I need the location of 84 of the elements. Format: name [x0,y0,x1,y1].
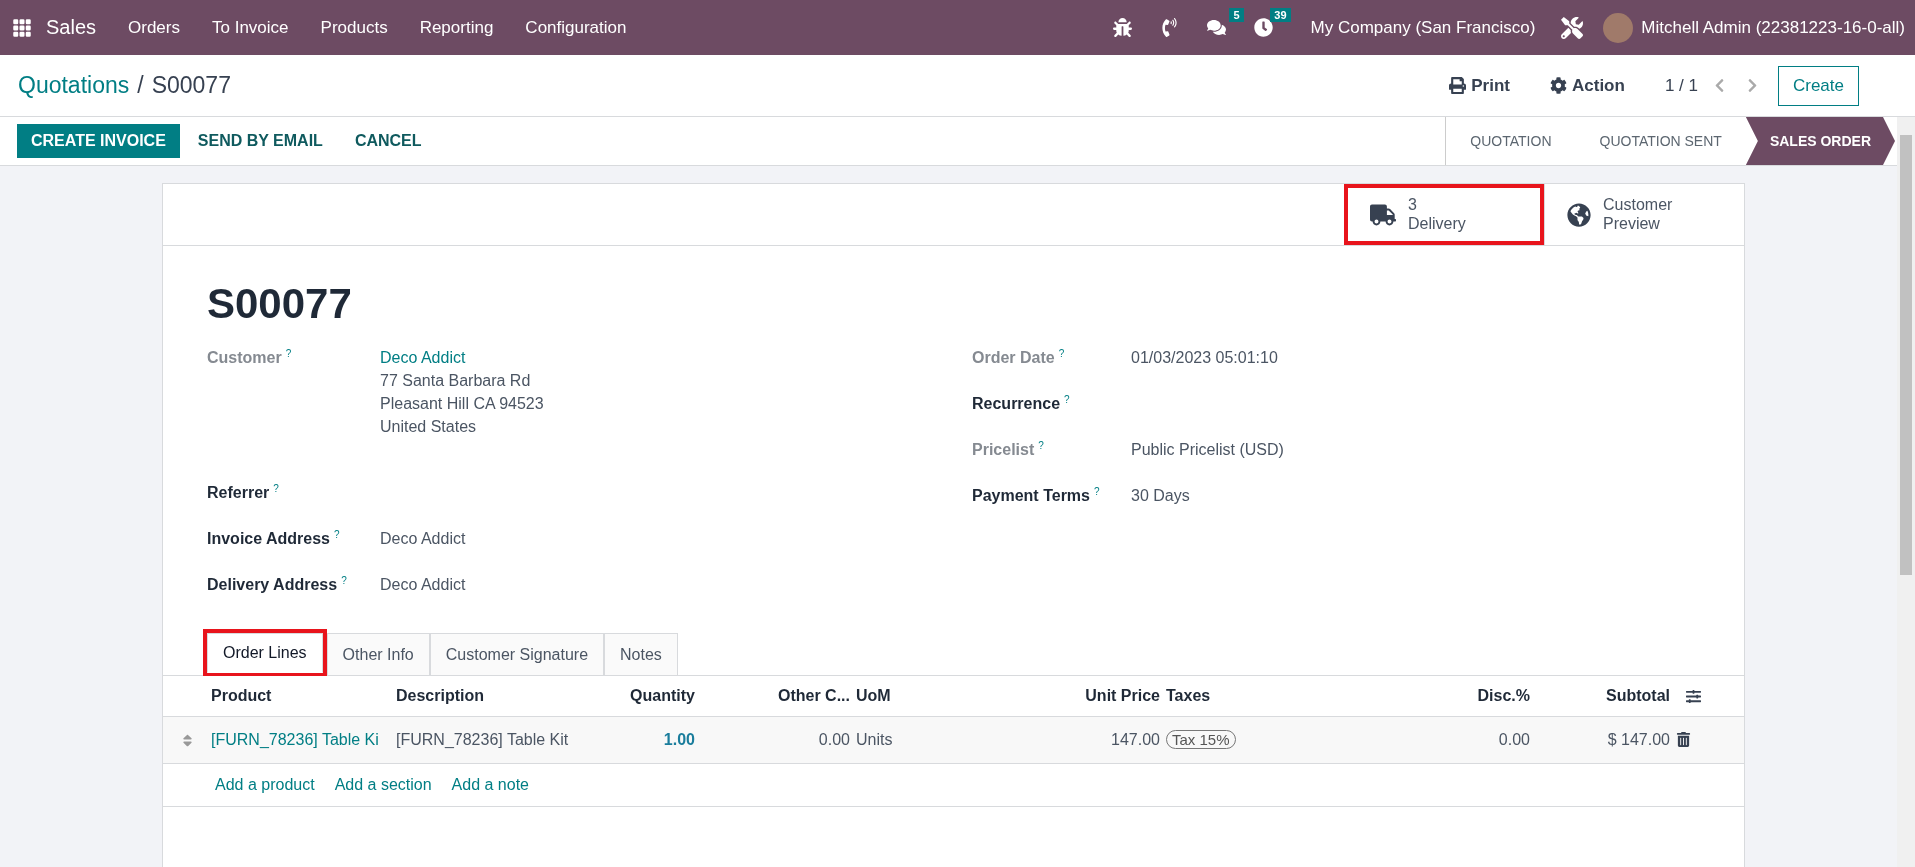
customer-link[interactable]: Deco Addict [380,344,972,371]
gear-icon [1550,77,1567,94]
field-label: Recurrence [972,395,1061,412]
column-header[interactable]: Taxes [1166,687,1401,705]
notebook-tab[interactable]: Order Lines [207,633,323,673]
field-value: 01/03/2023 05:01:10 [1131,348,1279,368]
chat-icon[interactable] [1206,18,1226,37]
product-link[interactable]: [FURN_78236] Table Ki [211,727,396,753]
table-cell-text: 0.00 [817,730,851,750]
help-tooltip[interactable]: ? [1064,394,1070,405]
add-line-link[interactable]: Add a note [451,776,529,794]
field-label: Customer [207,349,282,366]
menu-item[interactable]: Orders [112,17,196,38]
menu-item[interactable]: Products [304,17,404,38]
menu-item[interactable]: Reporting [403,17,510,38]
menu-item[interactable]: Configuration [509,17,643,38]
globe-icon [1567,202,1591,227]
scrollbar[interactable] [1897,117,1915,867]
table-cell-text: 1.00 [662,730,696,750]
table-cell-text: Units [856,730,894,750]
field-label: Pricelist [972,441,1035,458]
action-button[interactable]: CANCEL [340,124,436,158]
notebook-tab[interactable]: Notes [604,633,678,676]
status-step[interactable]: SALES ORDER [1745,117,1895,165]
notebook-tab[interactable]: Other Info [326,633,430,676]
phone-icon[interactable] [1159,18,1179,37]
create-button[interactable]: Create [1777,65,1859,106]
table-cell-text: 147.00 [1110,730,1161,750]
add-line-link[interactable]: Add a section [334,776,432,794]
help-tooltip[interactable]: ? [1058,348,1065,359]
help-tooltip[interactable]: ? [1038,440,1044,451]
action-menu[interactable]: Action [1550,75,1625,96]
clock-icon[interactable] [1253,18,1273,37]
tools-icon[interactable] [1561,16,1584,39]
printer-icon [1449,77,1467,94]
column-header[interactable]: Description [396,687,601,705]
help-tooltip[interactable]: ? [273,483,279,494]
notebook-tab[interactable]: Customer Signature [429,633,605,676]
menu-item[interactable]: To Invoice [196,17,305,38]
column-header[interactable]: Unit Price [1001,687,1166,705]
breadcrumb-separator: / [137,72,144,99]
app-name[interactable]: Sales [32,16,113,39]
bug-icon[interactable] [1112,18,1132,37]
field-label: Order Date [972,349,1055,366]
count-badge: 39 [1270,8,1291,22]
column-header[interactable]: UoM [856,687,1001,705]
field-label: Invoice Address [207,530,330,547]
field-label: Referrer [207,484,270,501]
help-tooltip[interactable]: ? [285,348,292,359]
column-settings-icon[interactable] [1686,689,1701,704]
column-header[interactable]: Product [211,687,396,705]
address-line: Pleasant Hill CA 94523 [380,394,545,414]
count-badge: 5 [1229,8,1244,22]
field-label: Payment Terms [972,487,1090,504]
column-header[interactable]: Quantity [601,687,701,705]
column-header[interactable]: Other C... [701,687,856,705]
help-tooltip[interactable]: ? [1094,486,1100,497]
company-switcher[interactable]: My Company (San Francisco) [1294,17,1552,38]
field-value: Deco Addict [380,575,467,595]
print-menu[interactable]: Print [1449,75,1510,96]
order-title: S00077 [207,280,353,328]
table-cell-text: 0.00 [1497,730,1531,750]
breadcrumb-current: S00077 [151,72,231,99]
action-button[interactable]: SEND BY EMAIL [183,124,337,158]
table-cell-text: [FURN_78236] Table Kit [396,730,570,750]
user-menu[interactable]: Mitchell Admin (22381223-16-0-all) [1641,17,1905,38]
delete-icon[interactable] [1676,732,1691,747]
help-tooltip[interactable]: ? [334,529,340,540]
column-header[interactable]: Disc.% [1401,687,1536,705]
field-value: Public Pricelist (USD) [1131,440,1285,460]
table-cell-text: $ 147.00 [1606,730,1671,750]
add-line-link[interactable]: Add a product [215,776,315,794]
delivery-button[interactable]: 3 Delivery [1344,184,1544,245]
address-line: United States [380,417,478,437]
field-label: Delivery Address [207,576,338,593]
column-header[interactable]: Subtotal [1536,687,1676,705]
apps-menu-icon[interactable] [12,17,32,38]
breadcrumb-link[interactable]: Quotations [18,72,130,99]
field-value: Deco Addict [380,529,467,549]
pager-value: 1 / 1 [1664,75,1698,96]
action-button[interactable]: CREATE INVOICE [17,124,180,158]
address-line: 77 Santa Barbara Rd [380,371,532,391]
help-tooltip[interactable]: ? [341,575,347,586]
field-value: 30 Days [1131,486,1191,506]
